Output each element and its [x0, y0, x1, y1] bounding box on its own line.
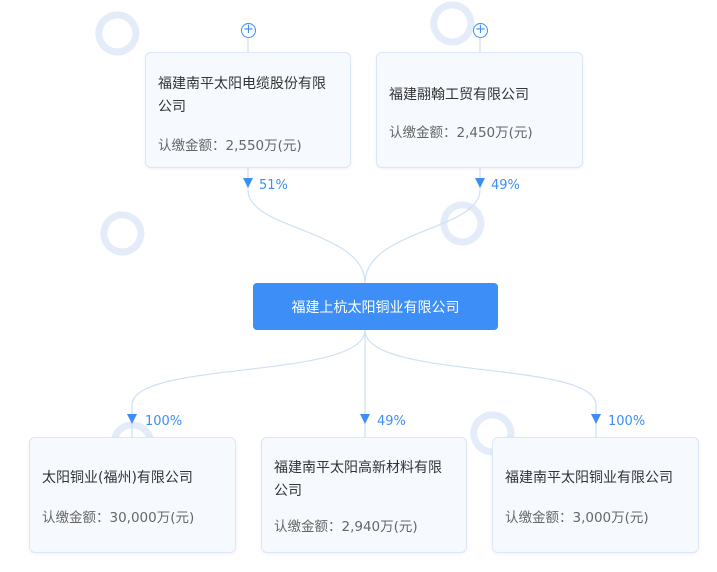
- arrow-down-icon: [360, 414, 370, 424]
- investment-card-2[interactable]: 福建南平太阳高新材料有限公司 认缴金额：2,940万(元): [261, 437, 467, 553]
- arrow-down-icon: [475, 178, 485, 188]
- edge-shareholder-2: [364, 168, 481, 284]
- shareholder-name: 福建南平太阳电缆股份有限公司: [158, 76, 326, 115]
- plus-circle-icon[interactable]: +: [241, 23, 256, 38]
- investment-name: 福建南平太阳铜业有限公司: [505, 470, 673, 486]
- arrow-down-icon: [243, 178, 253, 188]
- investment-name: 太阳铜业(福州)有限公司: [42, 470, 193, 486]
- investment-percent: 100%: [145, 414, 183, 429]
- investment-percent: 49%: [377, 414, 406, 429]
- investment-name: 福建南平太阳高新材料有限公司: [274, 460, 442, 499]
- shareholder-card-1[interactable]: 福建南平太阳电缆股份有限公司 认缴金额：2,550万(元): [145, 52, 351, 168]
- investment-card-1[interactable]: 太阳铜业(福州)有限公司 认缴金额：30,000万(元): [29, 437, 236, 553]
- investment-amount: 认缴金额：2,940万(元): [274, 519, 418, 535]
- investment-card-3[interactable]: 福建南平太阳铜业有限公司 认缴金额：3,000万(元): [492, 437, 699, 553]
- shareholder-percent: 51%: [259, 178, 288, 193]
- arrow-down-icon: [127, 414, 137, 424]
- shareholder-amount: 认缴金额：2,550万(元): [158, 138, 302, 154]
- shareholder-card-2[interactable]: 福建翮翰工贸有限公司 认缴金额：2,450万(元): [376, 52, 583, 168]
- shareholder-name: 福建翮翰工贸有限公司: [389, 87, 529, 103]
- center-company-node[interactable]: 福建上杭太阳铜业有限公司: [253, 283, 498, 330]
- investment-percent: 100%: [608, 414, 646, 429]
- investment-amount: 认缴金额：30,000万(元): [42, 510, 195, 526]
- center-company-name: 福建上杭太阳铜业有限公司: [291, 299, 460, 316]
- shareholder-percent: 49%: [491, 178, 520, 193]
- shareholder-amount: 认缴金额：2,450万(元): [389, 125, 533, 141]
- plus-circle-icon[interactable]: +: [473, 23, 488, 38]
- arrow-down-icon: [591, 414, 601, 424]
- investment-amount: 认缴金额：3,000万(元): [505, 510, 649, 526]
